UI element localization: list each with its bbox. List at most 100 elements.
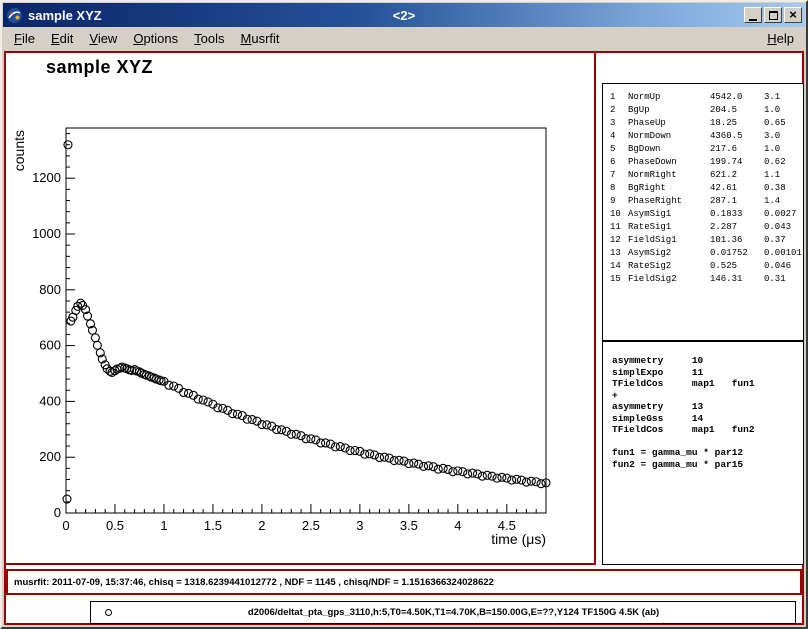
parameter-number: 2 [610, 104, 628, 117]
parameter-number: 12 [610, 234, 628, 247]
svg-text:1.5: 1.5 [204, 518, 222, 533]
parameter-row: 14 RateSig2 0.525 0.046 [610, 260, 803, 273]
minimize-icon [749, 19, 757, 21]
parameter-row: 11 RateSig1 2.287 0.043 [610, 221, 803, 234]
window-subtitle: <2> [3, 8, 805, 23]
parameter-name: FieldSig2 [628, 273, 710, 286]
svg-text:200: 200 [39, 449, 61, 464]
parameter-number: 6 [610, 156, 628, 169]
menu-items: File Edit View Options Tools Musrfit [6, 29, 288, 48]
theory-line: + [612, 390, 803, 402]
parameter-value: 204.5 [710, 104, 764, 117]
parameter-value: 621.2 [710, 169, 764, 182]
minimize-button[interactable] [744, 7, 762, 23]
parameter-number: 8 [610, 182, 628, 195]
parameter-name: FieldSig1 [628, 234, 710, 247]
parameter-value: 287.1 [710, 195, 764, 208]
parameter-number: 10 [610, 208, 628, 221]
parameter-number: 13 [610, 247, 628, 260]
svg-text:4: 4 [454, 518, 461, 533]
parameter-row: 7 NormRight 621.2 1.1 [610, 169, 803, 182]
parameter-row: 12 FieldSig1 101.36 0.37 [610, 234, 803, 247]
parameter-error: 1.1 [764, 169, 803, 182]
fit-status-text: musrfit: 2011-07-09, 15:37:46, chisq = 1… [14, 577, 494, 588]
parameter-row: 8 BgRight 42.61 0.38 [610, 182, 803, 195]
menu-item[interactable]: Tools [186, 29, 232, 48]
parameter-name: AsymSig2 [628, 247, 710, 260]
legend-text: d2006/deltat_pta_gps_3110,h:5,T0=4.50K,T… [112, 607, 795, 618]
svg-text:time (μs): time (μs) [491, 531, 546, 547]
parameter-error: 0.043 [764, 221, 803, 234]
parameter-panel: 1 NormUp 4542.0 3.1 2 BgUp 204.5 1.0 3 P… [602, 83, 804, 341]
open-circle-marker [105, 609, 112, 616]
plot-pad[interactable]: 00.511.522.533.544.502004006008001000120… [6, 53, 596, 565]
close-icon: × [789, 8, 797, 22]
parameter-number: 15 [610, 273, 628, 286]
parameter-value: 101.36 [710, 234, 764, 247]
svg-text:0: 0 [62, 518, 69, 533]
svg-text:2.5: 2.5 [302, 518, 320, 533]
svg-text:3: 3 [356, 518, 363, 533]
svg-text:1000: 1000 [32, 226, 61, 241]
parameter-number: 3 [610, 117, 628, 130]
theory-panel: asymmetry 10 simplExpo 11 TFieldCos map1… [602, 341, 804, 565]
parameter-value: 0.1833 [710, 208, 764, 221]
parameter-error: 3.0 [764, 130, 803, 143]
parameter-error: 0.31 [764, 273, 803, 286]
parameter-number: 14 [610, 260, 628, 273]
menu-item[interactable]: File [6, 29, 43, 48]
parameter-name: BgUp [628, 104, 710, 117]
parameter-name: PhaseDown [628, 156, 710, 169]
parameter-name: BgDown [628, 143, 710, 156]
theory-line: TFieldCos map1 fun1 [612, 378, 803, 390]
svg-text:600: 600 [39, 338, 61, 353]
menu-item[interactable]: Edit [43, 29, 81, 48]
fit-status-bar: musrfit: 2011-07-09, 15:37:46, chisq = 1… [6, 569, 802, 595]
maximize-icon [769, 11, 778, 20]
theory-line: asymmetry 13 [612, 401, 803, 413]
parameter-value: 0.01752 [710, 247, 764, 260]
parameter-name: NormDown [628, 130, 710, 143]
maximize-button[interactable] [764, 7, 782, 23]
titlebar[interactable]: <2> sample XYZ × [3, 3, 805, 27]
legend: d2006/deltat_pta_gps_3110,h:5,T0=4.50K,T… [90, 601, 796, 624]
parameter-value: 2.287 [710, 221, 764, 234]
parameter-row: 10 AsymSig1 0.1833 0.0027 [610, 208, 803, 221]
theory-line: TFieldCos map1 fun2 [612, 424, 803, 436]
parameter-number: 9 [610, 195, 628, 208]
svg-text:1: 1 [160, 518, 167, 533]
parameter-error: 0.046 [764, 260, 803, 273]
chart-svg[interactable]: 00.511.522.533.544.502004006008001000120… [6, 53, 596, 565]
parameter-name: RateSig1 [628, 221, 710, 234]
parameter-value: 4542.0 [710, 91, 764, 104]
parameter-value: 42.61 [710, 182, 764, 195]
parameter-row: 3 PhaseUp 18.25 0.65 [610, 117, 803, 130]
svg-text:0: 0 [54, 505, 61, 520]
parameter-name: AsymSig1 [628, 208, 710, 221]
svg-text:2: 2 [258, 518, 265, 533]
parameter-row: 13 AsymSig2 0.01752 0.00101 [610, 247, 803, 260]
close-button[interactable]: × [784, 7, 802, 23]
menu-item[interactable]: View [81, 29, 125, 48]
svg-text:0.5: 0.5 [106, 518, 124, 533]
root-canvas[interactable]: 00.511.522.533.544.502004006008001000120… [4, 51, 804, 625]
theory-line: simpleGss 14 [612, 413, 803, 425]
parameter-row: 9 PhaseRight 287.1 1.4 [610, 195, 803, 208]
parameter-value: 217.6 [710, 143, 764, 156]
parameter-row: 15 FieldSig2 146.31 0.31 [610, 273, 803, 286]
parameter-name: NormRight [628, 169, 710, 182]
menu-item-help[interactable]: Help [759, 29, 802, 48]
parameter-error: 0.0027 [764, 208, 803, 221]
theory-line: fun2 = gamma_mu * par15 [612, 459, 803, 471]
svg-text:3.5: 3.5 [400, 518, 418, 533]
window-title: sample XYZ [28, 8, 102, 23]
parameter-row: 5 BgDown 217.6 1.0 [610, 143, 803, 156]
menu-item[interactable]: Musrfit [233, 29, 288, 48]
parameter-name: NormUp [628, 91, 710, 104]
svg-text:800: 800 [39, 282, 61, 297]
menu-item[interactable]: Options [125, 29, 186, 48]
svg-text:400: 400 [39, 393, 61, 408]
parameter-value: 18.25 [710, 117, 764, 130]
parameter-name: PhaseRight [628, 195, 710, 208]
svg-text:counts: counts [11, 130, 27, 171]
